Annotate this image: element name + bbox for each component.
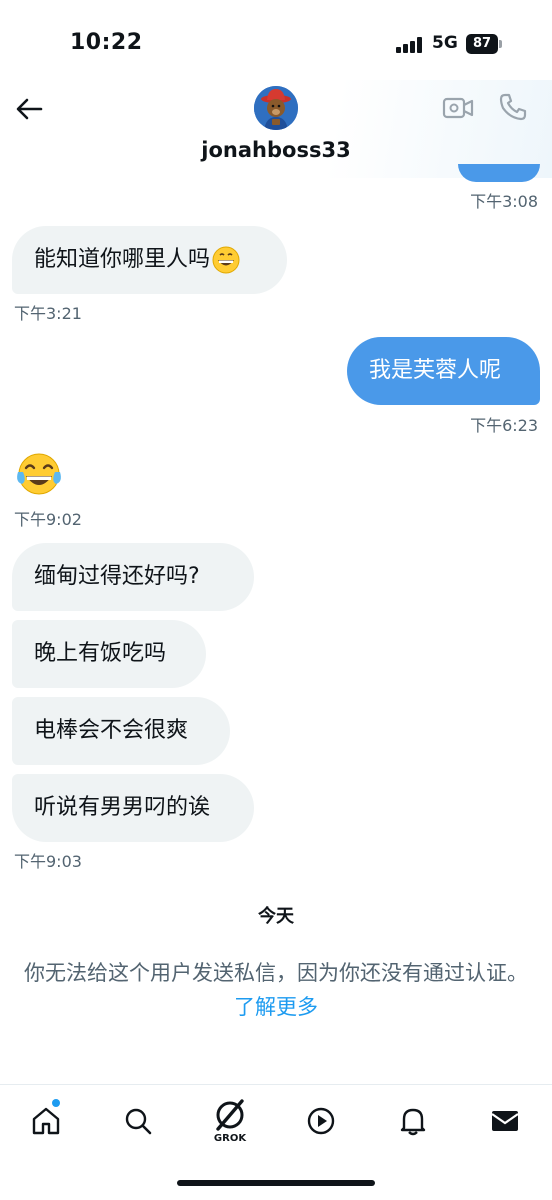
incoming-message[interactable]: 电棒会不会很爽 <box>12 697 230 765</box>
message-text: 我是芙蓉人呢 <box>369 358 502 383</box>
nav-video[interactable] <box>301 1101 341 1141</box>
message-text: 电棒会不会很爽 <box>34 718 189 743</box>
phone-icon <box>499 93 527 121</box>
incoming-message[interactable]: 缅甸过得还好吗? <box>12 543 254 611</box>
grok-label: GROK <box>213 1133 247 1144</box>
grok-icon <box>216 1099 244 1131</box>
grinning-face-emoji <box>212 246 240 274</box>
incoming-message[interactable]: 晚上有饭吃吗 <box>12 620 206 688</box>
battery-level: 87 <box>466 34 498 54</box>
message-text: 能知道你哪里人吗 <box>34 247 211 272</box>
battery-icon: 87 <box>466 34 502 54</box>
search-icon <box>125 1108 152 1135</box>
message-timestamp: 下午3:21 <box>14 304 82 323</box>
message-timestamp: 下午3:08 <box>470 192 538 211</box>
nav-grok[interactable] <box>210 1095 250 1135</box>
outgoing-message[interactable]: 我是芙蓉人呢 <box>347 337 540 405</box>
status-bar: 10:22 5G 87 <box>0 0 552 80</box>
envelope-icon <box>491 1111 519 1131</box>
bell-icon <box>400 1108 426 1136</box>
video-call-button[interactable] <box>442 94 474 122</box>
previous-outgoing-bubble[interactable] <box>458 164 540 182</box>
avatar[interactable] <box>254 86 298 130</box>
status-time: 10:22 <box>70 30 143 55</box>
message-text: 缅甸过得还好吗? <box>34 564 200 589</box>
nav-notifications[interactable] <box>393 1101 433 1141</box>
tears-of-joy-emoji[interactable] <box>14 450 64 500</box>
dm-restriction-notice: 你无法给这个用户发送私信，因为你还没有通过认证。了解更多 <box>14 956 538 1024</box>
nav-messages[interactable] <box>485 1101 525 1141</box>
message-timestamp: 下午9:03 <box>14 852 82 871</box>
back-button[interactable] <box>12 92 46 126</box>
message-text: 晚上有饭吃吗 <box>34 641 167 666</box>
signal-icon <box>396 37 424 53</box>
incoming-message[interactable]: 听说有男男叼的诶 <box>12 774 254 842</box>
network-label: 5G <box>432 33 458 53</box>
voice-call-button[interactable] <box>498 92 528 122</box>
home-indicator <box>177 1180 375 1186</box>
conversation-username[interactable]: jonahboss33 <box>0 138 552 162</box>
nav-search[interactable] <box>118 1101 158 1141</box>
incoming-message[interactable]: 能知道你哪里人吗 <box>12 226 287 294</box>
home-icon <box>32 1107 60 1135</box>
video-camera-icon <box>442 97 474 119</box>
arrow-left-icon <box>16 98 43 120</box>
learn-more-link[interactable]: 了解更多 <box>234 995 318 1019</box>
nav-home[interactable] <box>26 1099 66 1141</box>
message-text: 听说有男男叼的诶 <box>34 795 211 820</box>
message-timestamp: 下午9:02 <box>14 510 82 529</box>
notice-text: 你无法给这个用户发送私信，因为你还没有通过认证。 <box>24 961 528 985</box>
play-circle-icon <box>307 1107 335 1135</box>
message-timestamp: 下午6:23 <box>470 416 538 435</box>
notification-dot <box>52 1099 60 1107</box>
day-divider: 今天 <box>258 906 294 927</box>
